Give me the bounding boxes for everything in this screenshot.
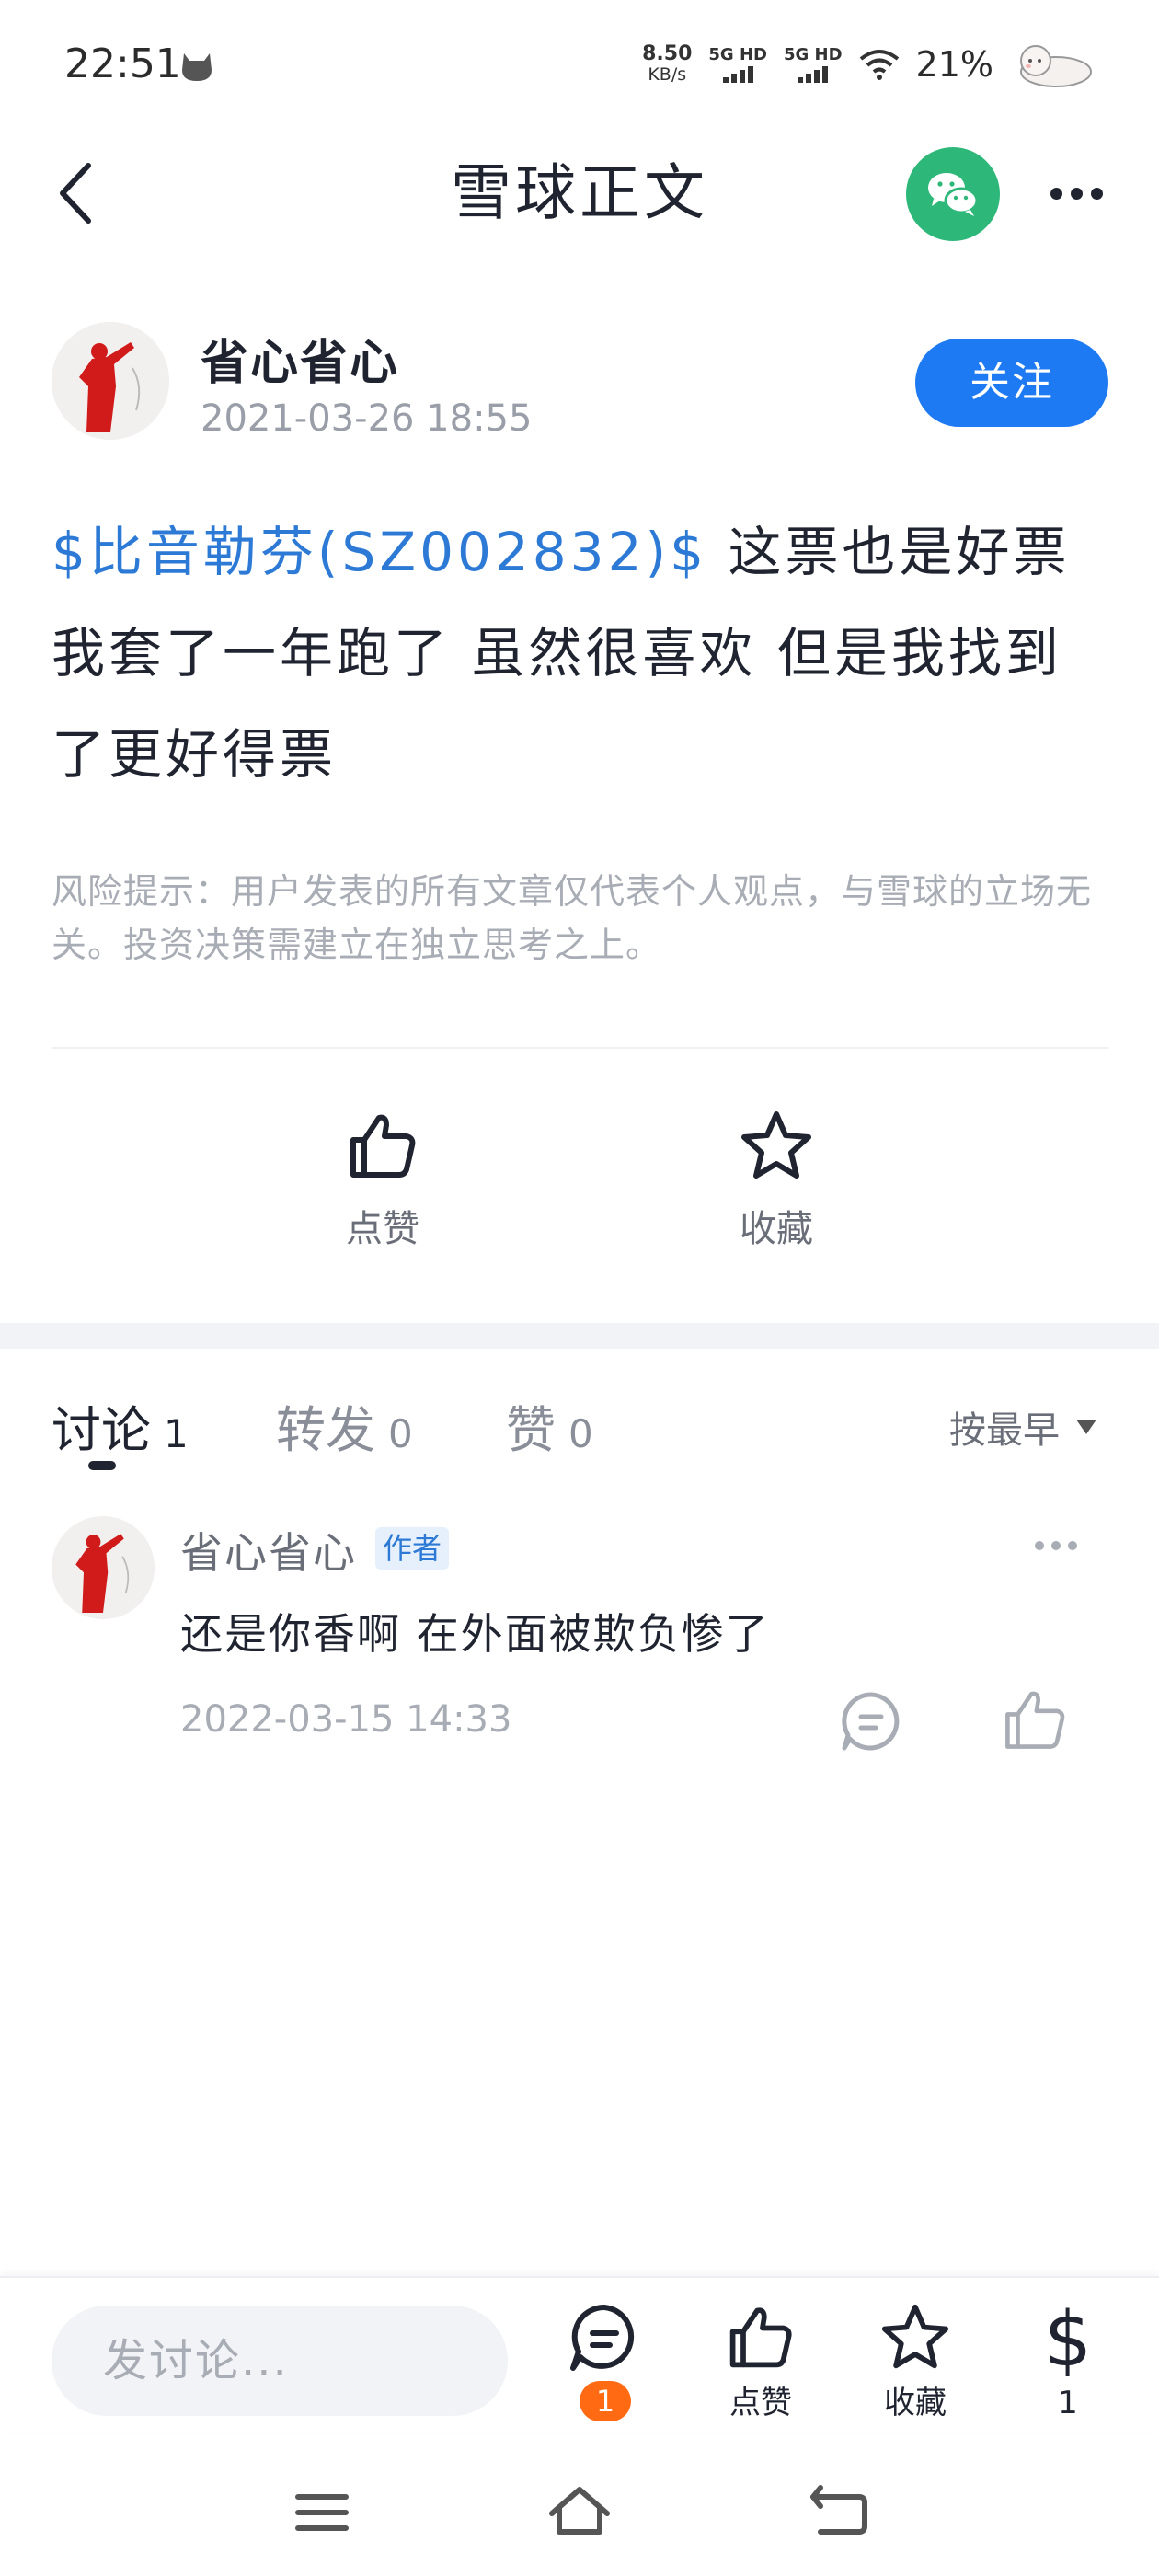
tab-discuss-label: 讨论 <box>52 1401 151 1459</box>
sim2-signal: 5G HD <box>784 46 843 83</box>
favorite-label: 收藏 <box>740 1208 813 1250</box>
favorite-action-button[interactable]: 收藏 <box>684 1109 868 1256</box>
more-icon[interactable] <box>1039 175 1113 212</box>
wechat-share-button[interactable] <box>906 147 1000 241</box>
comment-item: 省心省心 作者 还是你香啊 在外面被欺负惨了 2022-03-15 14:33 <box>0 1509 1159 1766</box>
network-speed-unit: KB/s <box>648 64 687 85</box>
menu-icon[interactable] <box>285 2480 359 2545</box>
network-speed: 8.50 KB/s <box>642 42 693 86</box>
author-badge: 作者 <box>375 1527 450 1570</box>
author-name[interactable]: 省心省心 <box>201 324 399 393</box>
reward-count: 1 <box>1058 2385 1078 2421</box>
thumbs-up-icon <box>350 1114 416 1178</box>
caret-down-icon <box>1076 1420 1096 1434</box>
tab-like-label: 赞 <box>506 1401 556 1459</box>
discuss-button[interactable]: 1 <box>554 2302 655 2421</box>
system-navigation-bar <box>0 2432 1159 2576</box>
like-action-button[interactable]: 点赞 <box>291 1109 475 1256</box>
comment-reply-icon[interactable] <box>839 1689 903 1754</box>
bottom-action-bar: 发讨论... 1 点赞 收藏 $ 1 <box>0 2276 1159 2432</box>
network-speed-value: 8.50 <box>642 42 693 65</box>
tab-discuss-count: 1 <box>164 1411 189 1456</box>
section-separator <box>0 1323 1159 1349</box>
bottom-like-button[interactable]: 点赞 <box>710 2302 811 2421</box>
system-back-icon[interactable] <box>802 2480 876 2545</box>
comment-text: 还是你香啊 在外面被欺负惨了 <box>180 1609 770 1659</box>
status-time: 22:51 <box>64 40 181 87</box>
sim2-label: 5G HD <box>783 45 843 64</box>
bottom-favorite-button[interactable]: 收藏 <box>865 2302 966 2421</box>
comment-date: 2022-03-15 14:33 <box>180 1698 512 1741</box>
home-icon[interactable] <box>543 2480 616 2545</box>
tab-like[interactable]: 赞0 <box>506 1389 593 1462</box>
battery-pet-icon <box>1020 45 1092 87</box>
wifi-icon <box>859 50 899 80</box>
cat-icon <box>182 53 212 81</box>
tab-active-indicator <box>88 1461 116 1470</box>
tab-discuss[interactable]: 讨论 1 <box>52 1389 189 1462</box>
thumbs-up-icon <box>729 2307 792 2368</box>
divider <box>52 1047 1109 1049</box>
sim1-signal: 5G HD <box>708 46 767 83</box>
star-icon <box>741 1111 811 1179</box>
battery-percent: 21% <box>915 44 993 85</box>
tab-repost[interactable]: 转发 0 <box>276 1389 413 1462</box>
comment-author-name[interactable]: 省心省心 <box>180 1520 357 1581</box>
avatar-image <box>52 322 169 440</box>
post-date: 2021-03-26 18:55 <box>201 397 533 440</box>
sort-label: 按最早 <box>949 1409 1060 1452</box>
sort-dropdown[interactable]: 按最早 <box>949 1400 1096 1454</box>
comment-like-icon[interactable] <box>1001 1685 1069 1754</box>
like-label: 点赞 <box>346 1208 419 1250</box>
comment-more-icon[interactable] <box>1028 1536 1084 1555</box>
author-row: 省心省心 2021-03-26 18:55 关注 <box>0 313 1159 460</box>
nav-header: 雪球正文 <box>0 138 1159 248</box>
comment-icon <box>570 2304 635 2371</box>
reward-button[interactable]: $ 1 <box>1017 2296 1119 2422</box>
status-indicators: 8.50 KB/s 5G HD 5G HD 21% <box>642 37 1095 92</box>
star-icon <box>881 2304 949 2369</box>
stock-link[interactable]: $比音勒芬(SZ002832)$ <box>52 521 707 583</box>
wechat-icon <box>928 173 979 216</box>
tab-repost-count: 0 <box>388 1411 413 1456</box>
follow-button[interactable]: 关注 <box>915 339 1108 427</box>
discuss-count-badge: 1 <box>580 2381 631 2421</box>
dollar-icon: $ <box>1043 2296 1093 2384</box>
tab-like-count: 0 <box>568 1411 593 1456</box>
risk-notice: 风险提示：用户发表的所有文章仅代表个人观点，与雪球的立场无关。投资决策需建立在独… <box>52 871 1093 965</box>
avatar[interactable] <box>52 322 169 440</box>
tab-repost-label: 转发 <box>276 1401 375 1459</box>
discussion-input[interactable]: 发讨论... <box>52 2306 508 2416</box>
bottom-favorite-label: 收藏 <box>884 2385 947 2421</box>
comment-tabs: 讨论 1 转发 0 赞0 按最早 <box>0 1380 1159 1481</box>
status-bar: 22:51 8.50 KB/s 5G HD 5G HD 21% <box>0 0 1159 138</box>
post-body: $比音勒芬(SZ002832)$ 这票也是好票我套了一年跑了 虽然很喜欢 但是我… <box>52 501 1109 805</box>
sim1-label: 5G HD <box>708 45 767 64</box>
bottom-like-label: 点赞 <box>729 2385 792 2421</box>
comment-avatar[interactable] <box>52 1516 155 1619</box>
avatar-image <box>52 1516 155 1619</box>
